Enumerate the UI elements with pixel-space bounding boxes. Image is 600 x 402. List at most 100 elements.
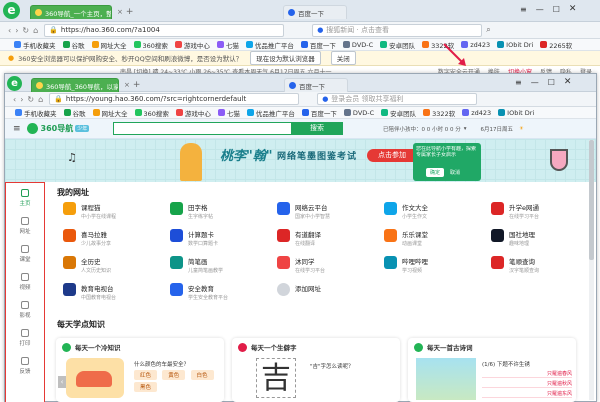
site-item[interactable]: 课程猫 中小学在线课程 <box>63 202 167 226</box>
inner-tab-close-icon[interactable]: × <box>124 81 130 89</box>
inner-back-icon[interactable]: ‹ <box>13 95 16 104</box>
outer-new-tab-icon[interactable]: + <box>126 7 134 17</box>
home-icon[interactable]: ⌂ <box>33 26 38 35</box>
fact-option-3[interactable]: 白色 <box>190 370 214 380</box>
inner-tab-baidu[interactable]: 百度一下 <box>284 78 348 92</box>
site-item[interactable]: 添加网址 <box>277 283 381 307</box>
timer-dropdown-icon[interactable]: ▾ <box>464 126 467 132</box>
site-item[interactable]: 乐乐课堂 动画课堂 <box>384 229 488 253</box>
outer-close-icon[interactable]: ✕ <box>569 4 577 14</box>
inner-tab-360[interactable]: 360导航_360导航，以家长原... <box>31 78 119 92</box>
main-search-input[interactable] <box>113 122 291 135</box>
fact-option-1[interactable]: 红色 <box>134 370 158 380</box>
knowledge-card-fact[interactable]: 每天一个冷知识 什么颜色的车最安全？ 红色 黄色 白色 黑色 ‹ <box>56 338 224 402</box>
tooltip-cancel-button[interactable]: 取消 <box>450 169 460 176</box>
close-notification-button[interactable]: 关闭 <box>330 51 356 65</box>
sidebar-item-5[interactable]: 打印 <box>6 329 44 347</box>
inner-maximize-icon[interactable]: ☐ <box>548 78 555 87</box>
sidebar-item-1[interactable]: 网址 <box>6 217 44 235</box>
refresh-icon[interactable]: ↻ <box>22 26 29 35</box>
inner-bookmark-0[interactable]: 手机收藏夹 <box>15 108 57 118</box>
sidebar-item-2[interactable]: 课堂 <box>6 245 44 263</box>
outer-bookmark-5[interactable]: 七猫 <box>216 40 239 50</box>
site-item[interactable]: 教育电视台 中国教育电视台 <box>63 283 167 307</box>
outer-search-box[interactable]: ● 搜狐新闻 · 点击查看 <box>312 23 483 37</box>
outer-bookmark-6[interactable]: 优品推广平台 <box>245 40 294 50</box>
site-item[interactable]: 安全教育 学生安全教育平台 <box>170 283 274 307</box>
outer-bookmark-1[interactable]: 谷歌 <box>62 40 85 50</box>
outer-browser-logo-icon[interactable]: e <box>3 2 20 19</box>
outer-minimize-icon[interactable]: — <box>536 5 544 14</box>
site-item[interactable]: 计算题卡 数学口算题卡 <box>170 229 274 253</box>
inner-bookmark-11[interactable]: zd423 <box>462 109 491 117</box>
inner-browser-logo-icon[interactable]: e <box>7 76 22 91</box>
sidebar-item-3[interactable]: 视频 <box>6 273 44 291</box>
tooltip-confirm-button[interactable]: 确定 <box>426 168 445 177</box>
inner-bookmark-3[interactable]: 360搜索 <box>134 108 169 118</box>
sidebar-item-4[interactable]: 影视 <box>6 301 44 319</box>
site-item[interactable]: 沐同学 在线学习平台 <box>277 256 381 280</box>
outer-bookmark-13[interactable]: 2265软 <box>540 40 572 50</box>
site-item[interactable]: 网络云平台 国家中小学智慧 <box>277 202 381 226</box>
inner-bookmark-8[interactable]: DVD-C <box>343 109 374 117</box>
sidebar-item-0[interactable]: 主页 <box>6 189 44 207</box>
inner-bookmark-2[interactable]: 网址大全 <box>92 108 128 118</box>
inner-bookmark-7[interactable]: 百度一下 <box>301 108 337 118</box>
site-item[interactable]: 作文大全 小学生作文 <box>384 202 488 226</box>
inner-scrollbar-thumb[interactable] <box>589 140 594 260</box>
fact-card-prev-icon[interactable]: ‹ <box>58 376 66 388</box>
site-item[interactable]: 喜马拉雅 少儿故事分享 <box>63 229 167 253</box>
inner-bookmark-1[interactable]: 谷歌 <box>63 108 86 118</box>
outer-menu-icon[interactable]: ≡ <box>520 5 527 14</box>
outer-bookmark-4[interactable]: 游戏中心 <box>174 40 210 50</box>
outer-bookmark-7[interactable]: 百度一下 <box>300 40 336 50</box>
inner-menu-icon[interactable]: ≡ <box>515 78 522 87</box>
set-default-button[interactable]: 现在设为默认浏览器 <box>250 51 321 65</box>
outer-tab-360[interactable]: 360导航_一个主页，整个世界 <box>30 5 112 19</box>
inner-bookmark-10[interactable]: 3322软 <box>423 108 455 118</box>
outer-bookmark-0[interactable]: 手机收藏夹 <box>14 40 56 50</box>
poem-option-2[interactable]: 只羅遍秋风 <box>482 380 572 388</box>
inner-minimize-icon[interactable]: — <box>531 78 539 87</box>
poem-option-3[interactable]: 只羅遍东风 <box>482 390 572 398</box>
forward-icon[interactable]: › <box>15 26 18 35</box>
sidebar-item-6[interactable]: 反馈 <box>6 357 44 375</box>
outer-bookmark-8[interactable]: DVD-C <box>342 41 373 49</box>
banner-join-button[interactable]: 点击参加 <box>367 149 417 162</box>
outer-bookmark-3[interactable]: 360搜索 <box>133 40 168 50</box>
inner-address-bar[interactable]: 🔒 https://young.hao.360.com/?src=rightco… <box>49 93 300 105</box>
site-item[interactable]: 国社地理 趣味地理 <box>491 229 595 253</box>
inner-bookmark-9[interactable]: 安卓团队 <box>381 108 416 118</box>
inner-bookmark-5[interactable]: 七猫 <box>217 108 240 118</box>
inner-close-icon[interactable]: ✕ <box>564 77 572 87</box>
site-item[interactable]: 全历史 人文历史知识 <box>63 256 167 280</box>
inner-bookmark-6[interactable]: 优品推广平台 <box>246 108 295 118</box>
inner-search-box[interactable]: ● 登录会员 领取共享福利 <box>317 93 478 105</box>
knowledge-card-poem[interactable]: 每天一首古诗词 (1/6) 下题不许生锈 只羅遍春风 只羅遍秋风 只羅遍东风 <box>408 338 576 402</box>
poem-option-1[interactable]: 只羅遍春风 <box>482 370 572 378</box>
knowledge-card-char[interactable]: 每天一个生僻字 吉 "吉"字怎么读呢？ <box>232 338 400 402</box>
inner-scrollbar[interactable] <box>589 140 594 400</box>
site-item[interactable]: 有道翻译 在线翻译 <box>277 229 381 253</box>
site-item[interactable]: 简笔画 儿童简笔画教学 <box>170 256 274 280</box>
outer-bookmark-12[interactable]: IObit Dri <box>497 41 533 49</box>
outer-address-bar[interactable]: 🔒 https://hao.360.com/?a1004 <box>44 23 285 37</box>
site-item[interactable]: 田字格 生字练字帖 <box>170 202 274 226</box>
fact-option-4[interactable]: 黑色 <box>134 382 158 392</box>
hamburger-icon[interactable]: ≡ <box>13 124 21 134</box>
outer-tab-baidu[interactable]: 百度一下 <box>283 5 347 19</box>
outer-bookmark-9[interactable]: 安卓团队 <box>380 40 415 50</box>
fact-option-2[interactable]: 黄色 <box>162 370 186 380</box>
main-search-button[interactable]: 搜索 <box>291 122 343 135</box>
inner-home-icon[interactable]: ⌂ <box>38 95 43 104</box>
site-item[interactable]: 笔顺查询 汉字笔顺查询 <box>491 256 595 280</box>
inner-bookmark-12[interactable]: IObit Dri <box>498 109 534 117</box>
site-logo[interactable]: 360导航 <box>41 123 74 134</box>
inner-new-tab-icon[interactable]: + <box>133 80 141 90</box>
promo-banner[interactable]: ♫ 桃李"翰" 网络笔墨图鉴考试 点击参加 <box>5 139 596 182</box>
inner-bookmark-4[interactable]: 游戏中心 <box>175 108 211 118</box>
inner-forward-icon[interactable]: › <box>20 95 23 104</box>
outer-maximize-icon[interactable]: ☐ <box>553 5 560 14</box>
outer-bookmark-2[interactable]: 网址大全 <box>91 40 127 50</box>
site-item[interactable]: 升学e网通 在线学习平台 <box>491 202 595 226</box>
